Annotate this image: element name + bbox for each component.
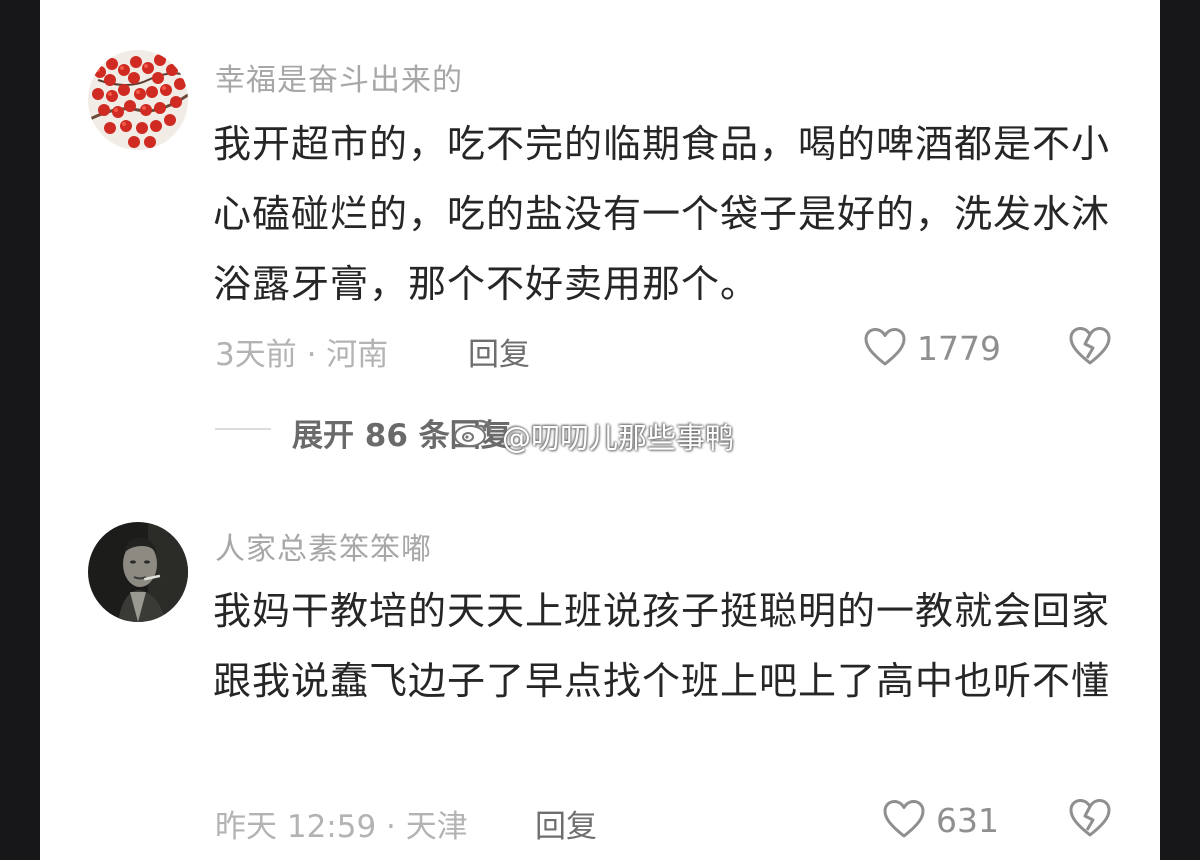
comment-text: 我妈干教培的天天上班说孩子挺聪明的一教就会回家跟我说蠢飞边子了早点找个班上吧上了… (213, 589, 1111, 703)
reply-button[interactable]: 回复 (535, 801, 597, 846)
like-count: 1779 (917, 329, 1001, 368)
avatar[interactable] (88, 522, 188, 622)
comment-actions: 3天前 · 河南 回复 1779 (40, 323, 1160, 373)
man-portrait-avatar-icon (88, 522, 188, 622)
reply-button[interactable]: 回复 (468, 329, 530, 374)
comment-meta: 3天前 · 河南 (215, 337, 389, 373)
heart-outline-icon (864, 328, 906, 366)
red-berries-avatar-icon (88, 50, 188, 150)
comment-list: 幸福是奋斗出来的 我开超市的，吃不完的临期食品，喝的啤酒都是不小心磕碰烂的，吃的… (40, 0, 1160, 860)
watermark-text: @叨叨儿那些事鸭 (502, 421, 735, 455)
comment-item: 人家总素笨笨嘟 我妈干教培的天天上班说孩子挺聪明的一教就会回家跟我说蠢飞边子了早… (40, 500, 1160, 860)
dislike-button[interactable] (1068, 326, 1112, 370)
heart-outline-icon (883, 800, 925, 838)
username[interactable]: 人家总素笨笨嘟 (215, 524, 432, 568)
comment-meta: 昨天 12:59 · 天津 (215, 809, 468, 845)
dislike-button[interactable] (1068, 798, 1112, 842)
broken-heart-icon (1069, 327, 1111, 365)
avatar[interactable] (88, 50, 188, 150)
username[interactable]: 幸福是奋斗出来的 (215, 55, 463, 99)
broken-heart-icon (1069, 799, 1111, 837)
weibo-logo-icon (454, 419, 492, 447)
comment-item: 幸福是奋斗出来的 我开超市的，吃不完的临期食品，喝的啤酒都是不小心磕碰烂的，吃的… (40, 0, 1160, 420)
like-count: 631 (936, 801, 999, 840)
divider (215, 428, 271, 430)
comment-actions: 昨天 12:59 · 天津 回复 631 (40, 795, 1160, 845)
comment-text: 我开超市的，吃不完的临期食品，喝的啤酒都是不小心磕碰烂的，吃的盐没有一个袋子是好… (213, 122, 1111, 306)
